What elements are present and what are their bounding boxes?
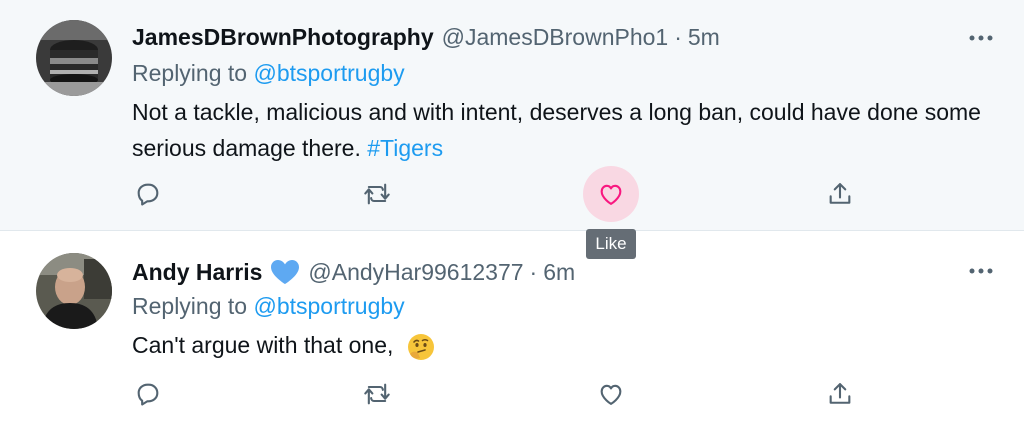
share-button[interactable] — [812, 166, 868, 222]
tweet-header: Andy Harris @AndyHar99612377 · 6m — [132, 257, 575, 287]
retweet-icon — [364, 383, 390, 405]
reply-button[interactable] — [120, 166, 176, 222]
replying-prefix: Replying to — [132, 293, 248, 319]
tweet-item[interactable]: JamesDBrownPhotography @JamesDBrownPho1 … — [0, 0, 1024, 231]
more-options-icon[interactable] — [966, 261, 996, 281]
tweet-header: JamesDBrownPhotography @JamesDBrownPho1 … — [132, 22, 720, 52]
replying-to: Replying to @btsportrugby — [132, 60, 405, 87]
author-name[interactable]: JamesDBrownPhotography — [132, 24, 434, 51]
like-icon — [600, 384, 622, 405]
replying-to-link[interactable]: @btsportrugby — [253, 293, 404, 319]
tweet-text: Not a tackle, malicious and with intent,… — [132, 94, 982, 166]
like-tooltip: Like — [586, 229, 636, 259]
tweet-item[interactable]: Andy Harris @AndyHar99612377 · 6m Replyi… — [0, 231, 1024, 424]
retweet-button[interactable] — [349, 366, 405, 422]
reply-icon — [137, 183, 159, 206]
timestamp[interactable]: 6m — [543, 259, 575, 286]
author-handle[interactable]: @JamesDBrownPho1 — [442, 24, 669, 51]
avatar[interactable] — [36, 20, 112, 96]
separator: · — [529, 258, 538, 285]
like-button[interactable] — [583, 366, 639, 422]
avatar[interactable] — [36, 253, 112, 329]
share-icon — [829, 383, 851, 404]
author-name[interactable]: Andy Harris — [132, 259, 262, 286]
blue-heart-icon — [270, 259, 300, 285]
reply-button[interactable] — [120, 366, 176, 422]
timestamp[interactable]: 5m — [688, 24, 720, 51]
tweet-body: Not a tackle, malicious and with intent,… — [132, 99, 981, 161]
like-button[interactable] — [583, 166, 639, 222]
thinking-face-icon — [406, 332, 436, 362]
reply-icon — [137, 383, 159, 406]
more-options-icon[interactable] — [966, 28, 996, 48]
retweet-button[interactable] — [349, 166, 405, 222]
replying-prefix: Replying to — [132, 60, 248, 86]
author-handle[interactable]: @AndyHar99612377 — [308, 259, 523, 286]
like-icon — [600, 184, 622, 205]
replying-to: Replying to @btsportrugby — [132, 293, 405, 320]
separator: · — [674, 23, 682, 50]
hashtag-link[interactable]: #Tigers — [367, 135, 443, 161]
share-button[interactable] — [812, 366, 868, 422]
retweet-icon — [364, 183, 390, 205]
replying-to-link[interactable]: @btsportrugby — [253, 60, 404, 86]
share-icon — [829, 183, 851, 204]
tweet-text: Can't argue with that one, — [132, 327, 982, 363]
tweet-body: Can't argue with that one, — [132, 332, 394, 358]
